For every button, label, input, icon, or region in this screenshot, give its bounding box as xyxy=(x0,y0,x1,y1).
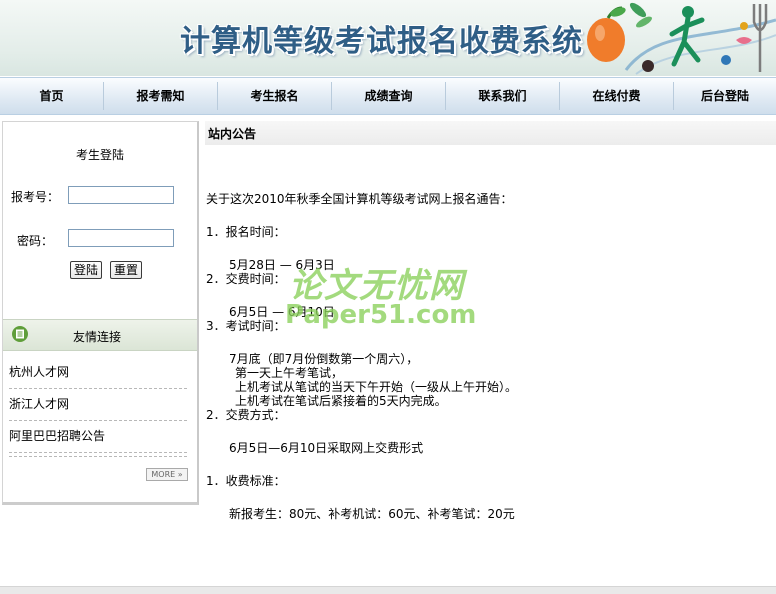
friend-link-item[interactable]: 浙江人才网 xyxy=(9,388,187,421)
friend-links-title: 友情连接 xyxy=(73,330,122,344)
nav-contact-us[interactable]: 联系我们 xyxy=(446,78,559,114)
nav-exam-notice[interactable]: 报考需知 xyxy=(104,78,217,114)
notice-title: 站内公告 xyxy=(208,127,257,141)
nav-score-query[interactable]: 成绩查询 xyxy=(332,78,445,114)
notice-section-heading: 1．收费标准： xyxy=(206,474,286,488)
notice-intro: 关于这次2010年秋季全国计算机等级考试网上报名通告： xyxy=(206,192,513,206)
notice-line: 新报考生：80元、补考机试：60元、补考笔试：20元 xyxy=(229,507,515,521)
exam-id-input[interactable] xyxy=(68,186,174,204)
notice-section-heading: 1．报名时间： xyxy=(206,225,286,239)
header-decoration-icon xyxy=(587,2,776,75)
notice-section-heading: 3．考试时间： xyxy=(206,319,286,333)
notice-section-heading: 2．交费方式： xyxy=(206,408,286,422)
site-title: 计算机等级考试报名收费系统 xyxy=(180,24,583,59)
notice-header: 站内公告 xyxy=(205,121,776,145)
password-input[interactable] xyxy=(68,229,174,247)
login-button[interactable]: 登陆 xyxy=(70,261,103,279)
nav-online-payment[interactable]: 在线付费 xyxy=(560,78,673,114)
friend-link-item[interactable]: 杭州人才网 xyxy=(9,356,187,389)
friend-links-header: 友情连接 xyxy=(3,319,197,351)
friend-link-item[interactable]: 阿里巴巴招聘公告 xyxy=(9,420,187,453)
left-sidebar: 考生登陆 报考号： 密码： 登陆 重置 友情连接 杭州人才网 浙江人才网 阿里巴… xyxy=(2,121,199,505)
exam-id-label: 报考号： xyxy=(11,190,60,204)
notice-section-heading: 2．交费时间： xyxy=(206,272,286,286)
more-links-button[interactable]: MORE » xyxy=(146,468,188,481)
nav-registration[interactable]: 考生报名 xyxy=(218,78,331,114)
notice-line: 6月5日—6月10日采取网上交费形式 xyxy=(229,441,424,455)
reset-button[interactable]: 重置 xyxy=(110,261,143,279)
friend-link-divider xyxy=(9,452,187,457)
login-title: 考生登陆 xyxy=(75,148,124,162)
main-nav: 首页 报考需知 考生报名 成绩查询 联系我们 在线付费 后台登陆 xyxy=(0,77,776,115)
site-header: 计算机等级考试报名收费系统 xyxy=(0,0,776,76)
nav-admin-login[interactable]: 后台登陆 xyxy=(674,78,776,114)
password-label: 密码： xyxy=(17,234,54,248)
list-icon xyxy=(12,326,28,342)
nav-home[interactable]: 首页 xyxy=(0,78,103,114)
